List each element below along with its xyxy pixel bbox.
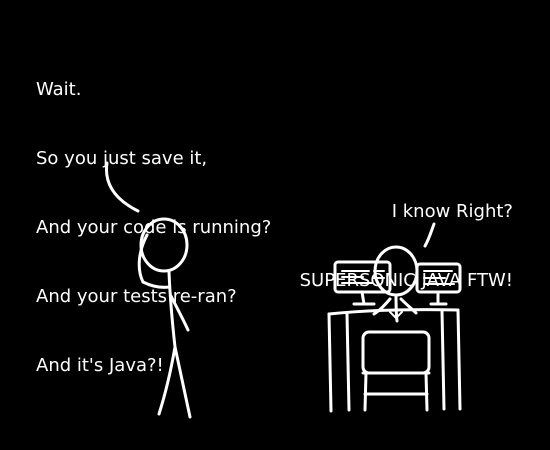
desk-inner-left (345, 312, 351, 412)
comic-drawing (104, 161, 462, 419)
chair-right-leg (424, 371, 429, 412)
left-figure-right-leg (173, 345, 192, 419)
chair-left-leg (363, 371, 368, 412)
left-speech-tail (104, 161, 140, 213)
right-stick-figure (372, 245, 419, 323)
monitor-right-text-lines (423, 270, 455, 285)
right-speech-tail (423, 222, 436, 248)
left-stick-figure (137, 217, 192, 419)
desk-inner-right (440, 309, 446, 411)
desk-right-edge (456, 308, 462, 411)
comic-panel: Wait. So you just save it, And your code… (0, 0, 550, 450)
chair (361, 330, 431, 412)
desk-left-edge (327, 312, 333, 413)
left-figure-left-leg (157, 345, 177, 416)
monitor-right-stand (429, 290, 448, 306)
left-figure-head (139, 217, 189, 273)
desk (327, 308, 462, 413)
left-figure-body (167, 270, 177, 349)
left-figure-forearm (141, 280, 171, 289)
monitor-left-stand (352, 290, 376, 306)
chair-back (361, 330, 431, 375)
